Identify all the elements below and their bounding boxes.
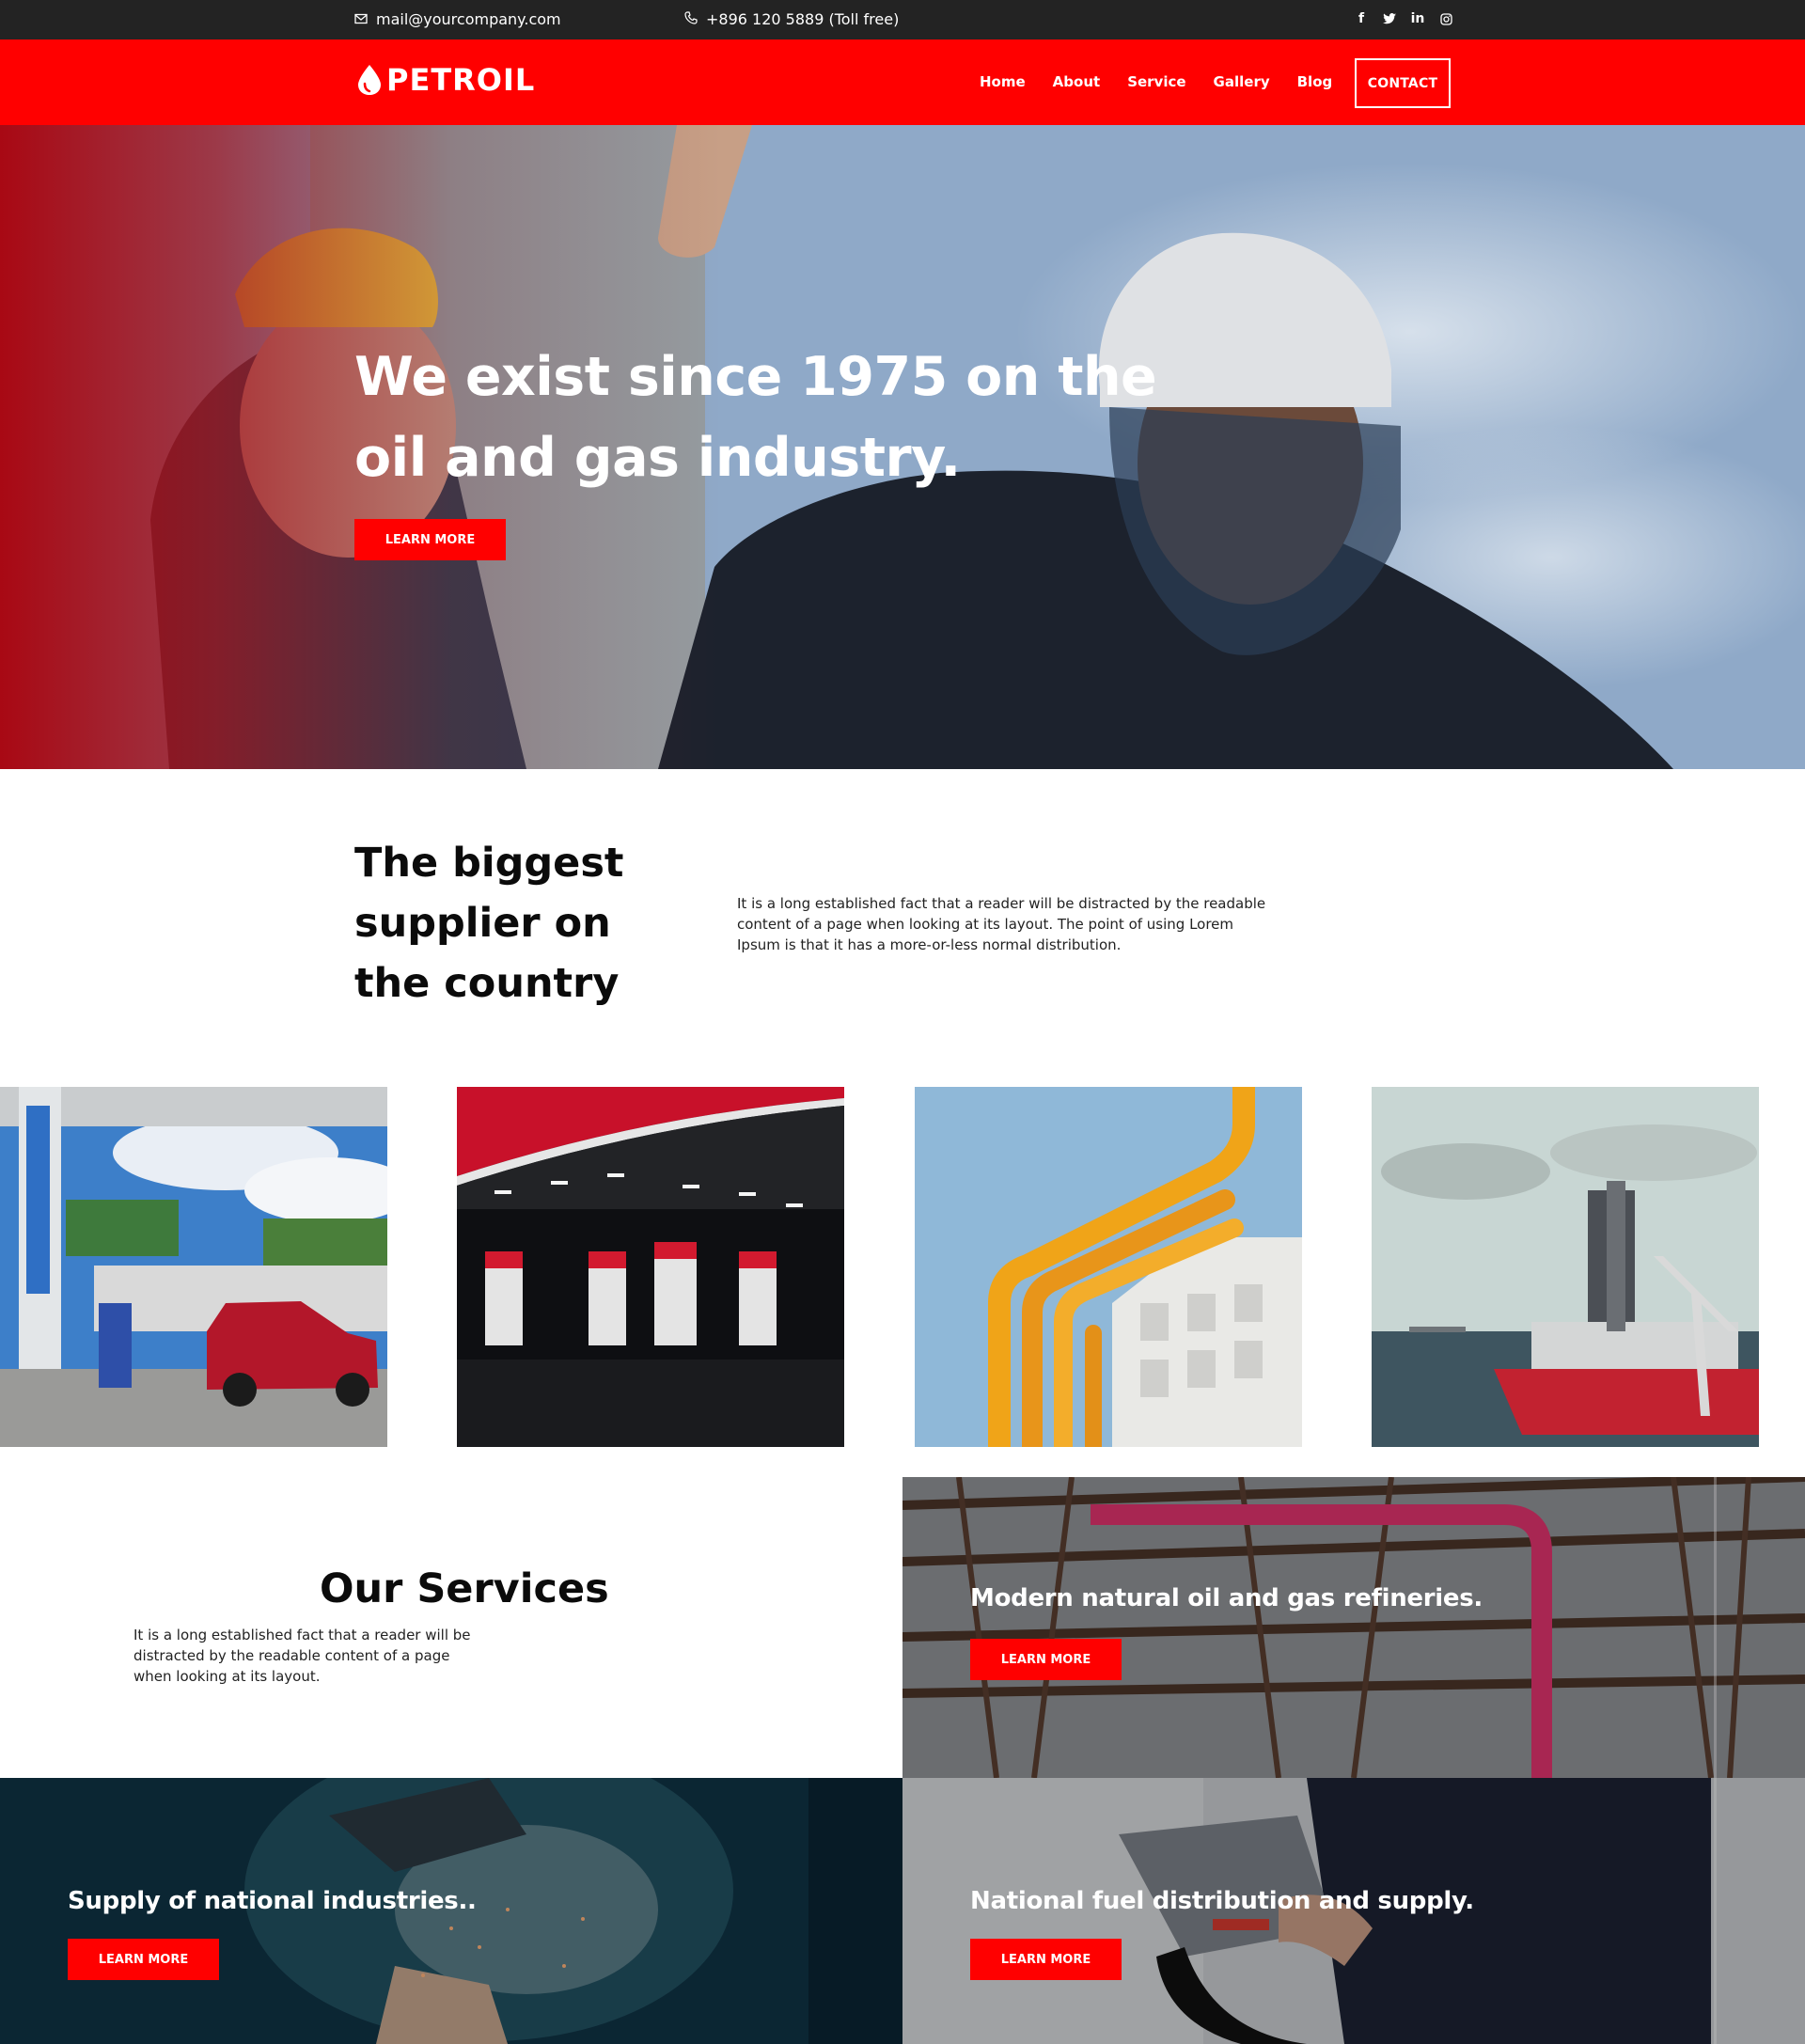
top-bar: mail@yourcompany.com +896 120 5889 (Toll… [0,0,1805,39]
services-title: Our Services [320,1565,609,1612]
service-learn-more-button-fuel-distribution[interactable]: LEARN MORE [970,1939,1122,1980]
main-navbar: PETROIL Home About Service Gallery Blog … [0,39,1805,125]
email-contact[interactable]: mail@yourcompany.com [354,10,561,28]
contact-button[interactable]: CONTACT [1355,58,1451,108]
service-learn-more-button-industries[interactable]: LEARN MORE [68,1939,219,1980]
nav-item-service[interactable]: Service [1127,73,1185,90]
phone-icon [684,10,698,28]
intro-title: The biggest supplier on the country [354,840,624,1007]
service-title-fuel-distribution: National fuel distribution and supply. [970,1887,1474,1915]
service-learn-more-button-refineries[interactable]: LEARN MORE [970,1639,1122,1680]
gallery-image-yellow-pipes[interactable] [915,1087,1302,1447]
intro-text: It is a long established fact that a rea… [737,895,1266,953]
service-title-industries: Supply of national industries.. [68,1887,477,1915]
instagram-icon[interactable] [1438,9,1453,28]
hero-section: We exist since 1975 on the oil and gas i… [0,125,1805,769]
hero-learn-more-button[interactable]: LEARN MORE [354,519,506,560]
services-text: It is a long established fact that a rea… [133,1627,471,1685]
phone-text: +896 120 5889 (Toll free) [706,10,900,28]
nav-item-about[interactable]: About [1053,73,1101,90]
service-card-fuel-distribution[interactable]: National fuel distribution and supply. L… [902,1778,1805,2044]
hero-title: We exist since 1975 on the oil and gas i… [354,346,1157,489]
social-links: f in [1354,9,1453,28]
service-title-refineries: Modern natural oil and gas refineries. [970,1584,1483,1612]
mail-icon [354,10,368,28]
gallery-image-offshore-ship[interactable] [1372,1087,1759,1447]
gallery-image-gas-station-night[interactable] [457,1087,844,1447]
phone-contact[interactable]: +896 120 5889 (Toll free) [684,10,899,28]
oil-drop-icon [358,65,381,95]
linkedin-icon[interactable]: in [1410,9,1425,28]
nav-item-home[interactable]: Home [980,73,1026,90]
nav-item-blog[interactable]: Blog [1297,73,1333,90]
gallery-image-gas-station-day[interactable] [0,1087,387,1447]
brand-name: PETROIL [386,62,536,98]
brand-logo[interactable]: PETROIL [354,62,535,98]
service-card-refineries[interactable]: Modern natural oil and gas refineries. L… [902,1477,1805,1778]
service-card-industries[interactable]: Supply of national industries.. LEARN MO… [0,1778,902,2044]
email-text: mail@yourcompany.com [376,10,561,28]
twitter-icon[interactable] [1382,9,1397,28]
nav-menu: Home About Service Gallery Blog [980,73,1332,90]
nav-item-gallery[interactable]: Gallery [1214,73,1270,90]
facebook-icon[interactable]: f [1354,9,1369,28]
refinery-photo [902,1477,1805,1778]
